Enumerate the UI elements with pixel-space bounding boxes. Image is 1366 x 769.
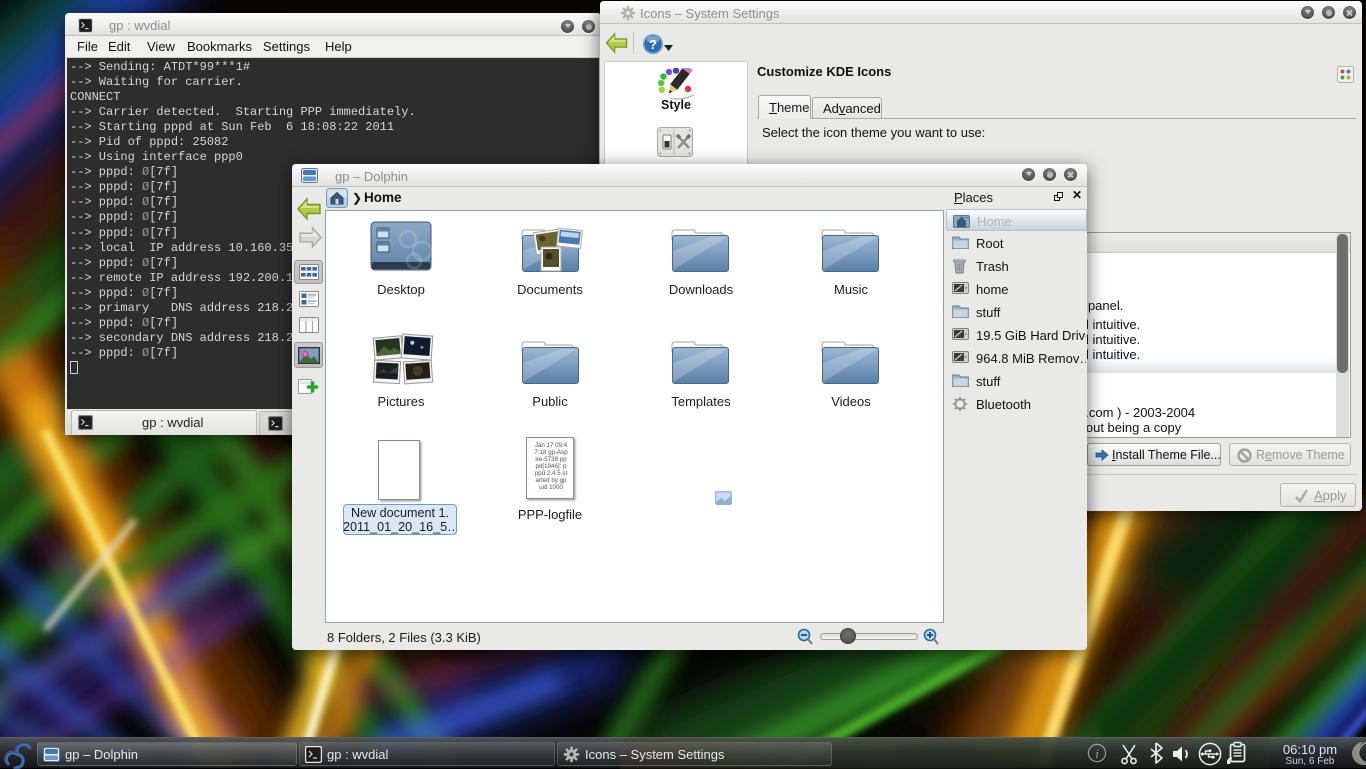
svg-text:ppd 2.4.5 st: ppd 2.4.5 st	[535, 470, 568, 477]
svg-text:i: i	[1095, 746, 1099, 761]
svg-text:ire-5738 pp: ire-5738 pp	[535, 456, 567, 463]
svg-text:pd[1946]: p: pd[1946]: p	[536, 463, 568, 470]
svg-text:arted by gp: arted by gp	[536, 477, 568, 484]
svg-text:uid 1000: uid 1000	[539, 484, 563, 491]
svg-text:Jan 17 09:4: Jan 17 09:4	[535, 442, 568, 449]
svg-text:7:18 gp-Asp: 7:18 gp-Asp	[534, 449, 568, 456]
svg-text:?: ?	[649, 37, 657, 52]
